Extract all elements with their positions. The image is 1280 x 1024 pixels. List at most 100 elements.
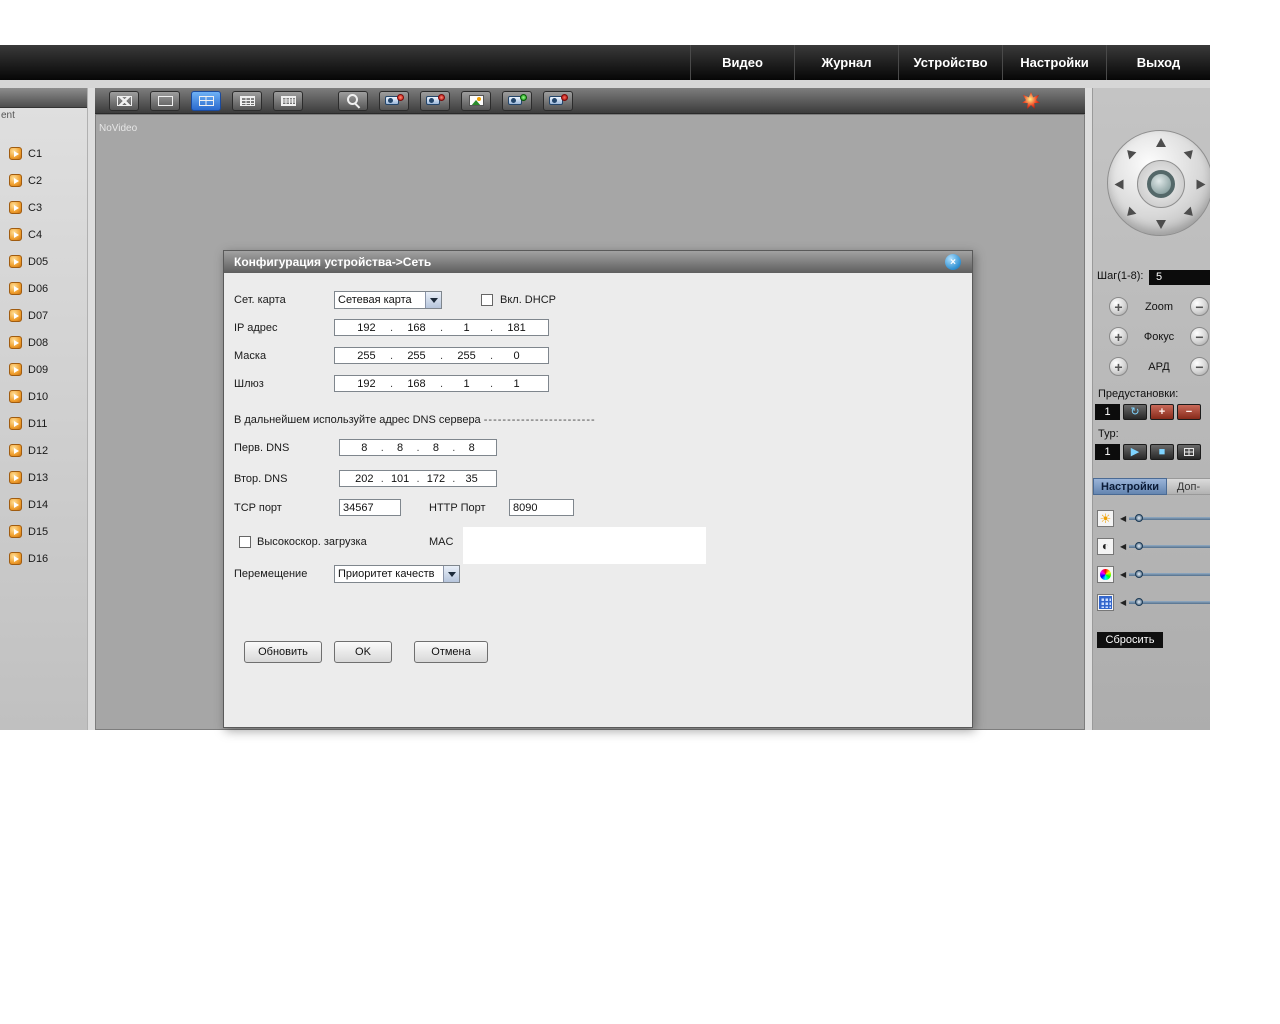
stop-all-video-icon[interactable] [543, 91, 573, 111]
refresh-button[interactable]: Обновить [244, 641, 322, 663]
http-port-field[interactable]: 8090 [509, 499, 574, 516]
sidebar-item-channel-d11[interactable]: D11 [0, 410, 87, 437]
stop-record-icon[interactable] [420, 91, 450, 111]
sidebar-item-channel-c3[interactable]: C3 [0, 194, 87, 221]
zoom-minus-icon[interactable]: − [1190, 297, 1209, 316]
play-icon [9, 282, 22, 295]
menu-item-device[interactable]: Устройство [898, 45, 1002, 80]
menu-item-settings[interactable]: Настройки [1002, 45, 1106, 80]
sidebar-subheader-label: ent [0, 108, 87, 124]
menu-item-exit[interactable]: Выход [1106, 45, 1210, 80]
sidebar-item-channel-d13[interactable]: D13 [0, 464, 87, 491]
sidebar-item-channel-d09[interactable]: D09 [0, 356, 87, 383]
view-9-icon[interactable] [232, 91, 262, 111]
contrast-icon [1097, 538, 1114, 555]
ptz-up-right-icon[interactable] [1183, 146, 1197, 160]
slider-left-arrow-icon[interactable]: ◀ [1120, 598, 1126, 607]
slider-left-arrow-icon[interactable]: ◀ [1120, 514, 1126, 523]
tour-grid-icon[interactable] [1177, 444, 1201, 460]
highspeed-checkbox[interactable] [239, 536, 251, 548]
highspeed-label: Высокоскор. загрузка [257, 533, 367, 551]
octet-value: 35 [455, 473, 488, 485]
sidebar-item-channel-c4[interactable]: C4 [0, 221, 87, 248]
close-icon[interactable]: × [945, 254, 961, 270]
sidebar-item-channel-d08[interactable]: D08 [0, 329, 87, 356]
dns1-field[interactable]: 8.8.8.8 [339, 439, 497, 456]
snapshot-icon[interactable] [461, 91, 491, 111]
saturation-slider-track[interactable] [1129, 573, 1210, 576]
ptz-left-icon[interactable] [1112, 177, 1126, 191]
iris-minus-icon[interactable]: − [1190, 357, 1209, 376]
sidebar-item-channel-d05[interactable]: D05 [0, 248, 87, 275]
mask-field[interactable]: 255.255.255.0 [334, 347, 549, 364]
tab-settings[interactable]: Настройки [1093, 478, 1167, 495]
saturation-slider-row: ◀ [1097, 560, 1210, 588]
net-card-select[interactable]: Сетевая карта [334, 291, 442, 309]
slider-left-arrow-icon[interactable]: ◀ [1120, 570, 1126, 579]
ptz-center-button[interactable] [1137, 160, 1185, 208]
sidebar-item-channel-d10[interactable]: D10 [0, 383, 87, 410]
view-1-icon[interactable] [150, 91, 180, 111]
contrast-slider-track[interactable] [1129, 545, 1210, 548]
view-4-icon[interactable] [191, 91, 221, 111]
cancel-button[interactable]: Отмена [414, 641, 488, 663]
ok-button[interactable]: OK [334, 641, 392, 663]
brightness-slider-thumb[interactable] [1135, 514, 1143, 522]
ptz-down-icon[interactable] [1154, 217, 1168, 231]
hue-slider-track[interactable] [1129, 601, 1210, 604]
ptz-down-right-icon[interactable] [1183, 206, 1197, 220]
ptz-up-left-icon[interactable] [1123, 146, 1137, 160]
start-all-video-icon[interactable] [502, 91, 532, 111]
sidebar-item-channel-d15[interactable]: D15 [0, 518, 87, 545]
transfer-select[interactable]: Приоритет качеств [334, 565, 460, 583]
sidebar-item-channel-d07[interactable]: D07 [0, 302, 87, 329]
chevron-down-icon[interactable] [425, 292, 441, 308]
dns2-field[interactable]: 202.101.172.35 [339, 470, 497, 487]
zoom-icon[interactable] [338, 91, 368, 111]
contrast-slider-thumb[interactable] [1135, 542, 1143, 550]
step-value-field[interactable]: 5 [1149, 270, 1210, 285]
preset-add-icon[interactable]: + [1150, 404, 1174, 420]
sidebar-item-channel-d06[interactable]: D06 [0, 275, 87, 302]
preset-remove-icon[interactable]: − [1177, 404, 1201, 420]
tour-play-icon[interactable]: ▶ [1123, 444, 1147, 460]
chevron-down-icon[interactable] [443, 566, 459, 582]
ptz-right-icon[interactable] [1194, 177, 1208, 191]
start-record-icon[interactable] [379, 91, 409, 111]
menu-item-journal[interactable]: Журнал [794, 45, 898, 80]
ip-field[interactable]: 192.168.1.181 [334, 319, 549, 336]
preset-goto-icon[interactable]: ↻ [1123, 404, 1147, 420]
dhcp-checkbox[interactable] [481, 294, 493, 306]
sidebar-item-channel-c2[interactable]: C2 [0, 167, 87, 194]
dialog-titlebar[interactable]: Конфигурация устройства->Сеть [224, 251, 972, 273]
right-divider [1085, 88, 1092, 730]
ptz-adjust-rows: +Zoom−+Фокус−+АРД− [1093, 294, 1210, 384]
tour-number-field[interactable]: 1 [1095, 444, 1120, 460]
sidebar-item-channel-c1[interactable]: C1 [0, 140, 87, 167]
arrow-down-left-icon [1124, 207, 1137, 220]
alarm-icon[interactable] [1020, 91, 1042, 111]
tab-advanced[interactable]: Доп- [1167, 478, 1210, 495]
saturation-slider-thumb[interactable] [1135, 570, 1143, 578]
ptz-down-left-icon[interactable] [1123, 206, 1137, 220]
ptz-up-icon[interactable] [1154, 135, 1168, 149]
menu-item-video[interactable]: Видео [690, 45, 794, 80]
mac-field[interactable] [463, 527, 706, 564]
focus-minus-icon[interactable]: − [1190, 327, 1209, 346]
hue-slider-thumb[interactable] [1135, 598, 1143, 606]
view-16-icon[interactable] [273, 91, 303, 111]
octet-value: 172 [420, 473, 453, 485]
mac-label: MAC [429, 533, 453, 551]
sidebar-item-channel-d16[interactable]: D16 [0, 545, 87, 572]
reset-button[interactable]: Сбросить [1097, 632, 1163, 648]
brightness-slider-track[interactable] [1129, 517, 1210, 520]
tcp-port-field[interactable]: 34567 [339, 499, 401, 516]
preset-number-field[interactable]: 1 [1095, 404, 1120, 420]
sidebar-item-channel-d14[interactable]: D14 [0, 491, 87, 518]
tour-stop-icon[interactable]: ■ [1150, 444, 1174, 460]
octet-value: 101 [384, 473, 417, 485]
sidebar-item-channel-d12[interactable]: D12 [0, 437, 87, 464]
gateway-field[interactable]: 192.168.1.1 [334, 375, 549, 392]
fullscreen-icon[interactable] [109, 91, 139, 111]
slider-left-arrow-icon[interactable]: ◀ [1120, 542, 1126, 551]
